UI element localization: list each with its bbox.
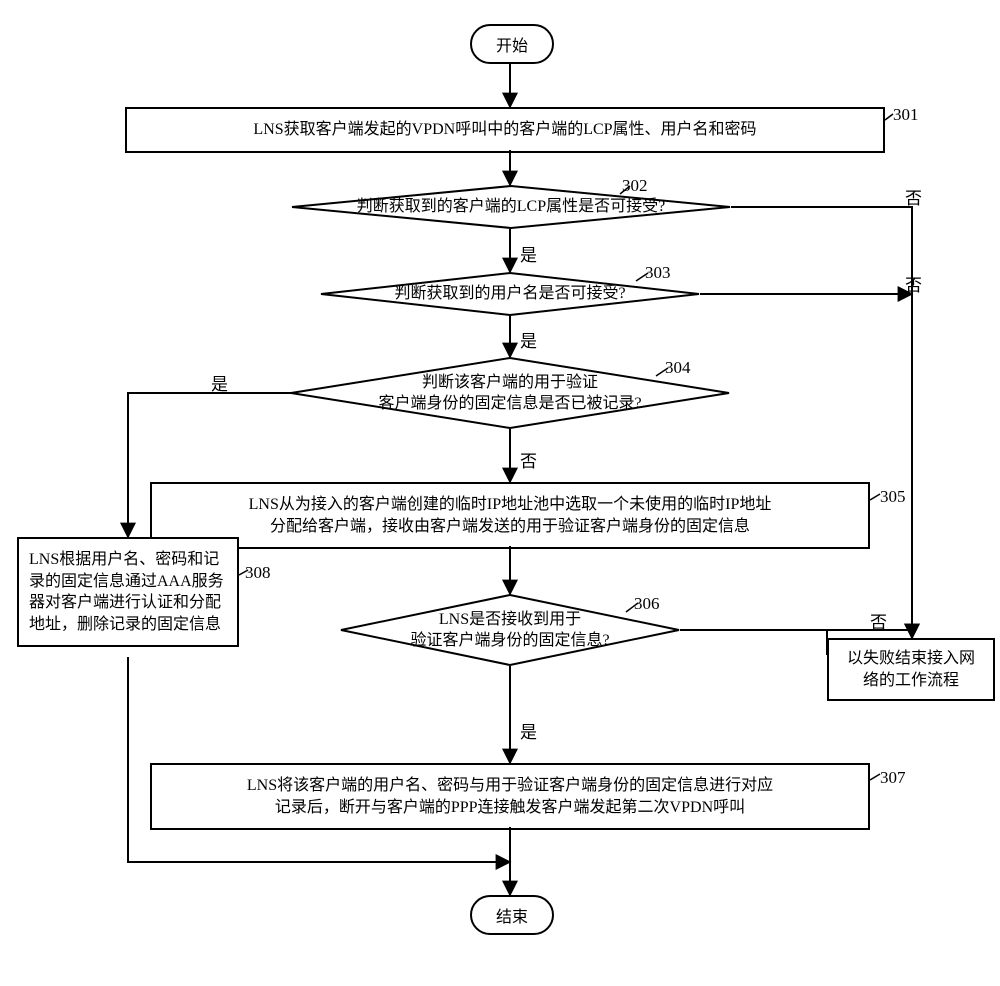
decision-304-line2: 客户端身份的固定信息是否已被记录? [378,395,641,412]
label-304-yes: 是 [211,370,228,395]
process-307-line1: LNS将该客户端的用户名、密码与用于验证客户端身份的固定信息进行对应 [247,777,773,794]
process-305: LNS从为接入的客户端创建的临时IP地址池中选取一个未使用的临时IP地址 分配给… [150,482,870,549]
decision-302-text: 判断获取到的客户端的LCP属性是否可接受? [357,198,665,215]
step-label-308: 308 [245,563,271,583]
step-label-307: 307 [880,768,906,788]
process-fail: 以失败结束接入网 络的工作流程 [827,638,995,701]
label-306-no: 否 [870,608,887,633]
decision-303: 判断获取到的用户名是否可接受? [320,272,700,316]
process-305-line2: 分配给客户端，接收由客户端发送的用于验证客户端身份的固定信息 [270,518,750,535]
label-303-no: 否 [905,271,922,296]
process-fail-line2: 络的工作流程 [863,672,959,689]
decision-306-line2: 验证客户端身份的固定信息? [410,632,609,649]
process-308-line3: 器对客户端进行认证和分配 [29,594,221,611]
step-label-301: 301 [893,105,919,125]
step-label-302: 302 [622,176,648,196]
decision-303-text: 判断获取到的用户名是否可接受? [394,285,625,302]
start-label: 开始 [496,38,528,55]
end-terminator: 结束 [470,895,554,935]
process-308-line1: LNS根据用户名、密码和记 [29,551,219,568]
end-label: 结束 [496,909,528,926]
decision-304: 判断该客户端的用于验证 客户端身份的固定信息是否已被记录? [290,357,730,429]
process-307: LNS将该客户端的用户名、密码与用于验证客户端身份的固定信息进行对应 记录后，断… [150,763,870,830]
step-label-305: 305 [880,487,906,507]
decision-306: LNS是否接收到用于 验证客户端身份的固定信息? [340,594,680,666]
process-308: LNS根据用户名、密码和记 录的固定信息通过AAA服务 器对客户端进行认证和分配… [17,537,239,647]
start-terminator: 开始 [470,24,554,64]
decision-302: 判断获取到的客户端的LCP属性是否可接受? [291,185,731,229]
label-302-yes: 是 [520,241,537,266]
label-302-no: 否 [905,184,922,209]
step-label-303: 303 [645,263,671,283]
step-label-304: 304 [665,358,691,378]
label-303-yes: 是 [520,327,537,352]
process-305-line1: LNS从为接入的客户端创建的临时IP地址池中选取一个未使用的临时IP地址 [249,496,772,513]
process-308-line4: 地址，删除记录的固定信息 [29,616,221,633]
process-301-text: LNS获取客户端发起的VPDN呼叫中的客户端的LCP属性、用户名和密码 [253,121,756,138]
label-304-no: 否 [520,447,537,472]
process-fail-line1: 以失败结束接入网 [847,650,975,667]
label-306-yes: 是 [520,718,537,743]
decision-306-line1: LNS是否接收到用于 [439,611,581,628]
process-301: LNS获取客户端发起的VPDN呼叫中的客户端的LCP属性、用户名和密码 [125,107,885,153]
step-label-306: 306 [634,594,660,614]
decision-304-line1: 判断该客户端的用于验证 [422,374,598,391]
process-307-line2: 记录后，断开与客户端的PPP连接触发客户端发起第二次VPDN呼叫 [275,799,745,816]
process-308-line2: 录的固定信息通过AAA服务 [29,573,224,590]
